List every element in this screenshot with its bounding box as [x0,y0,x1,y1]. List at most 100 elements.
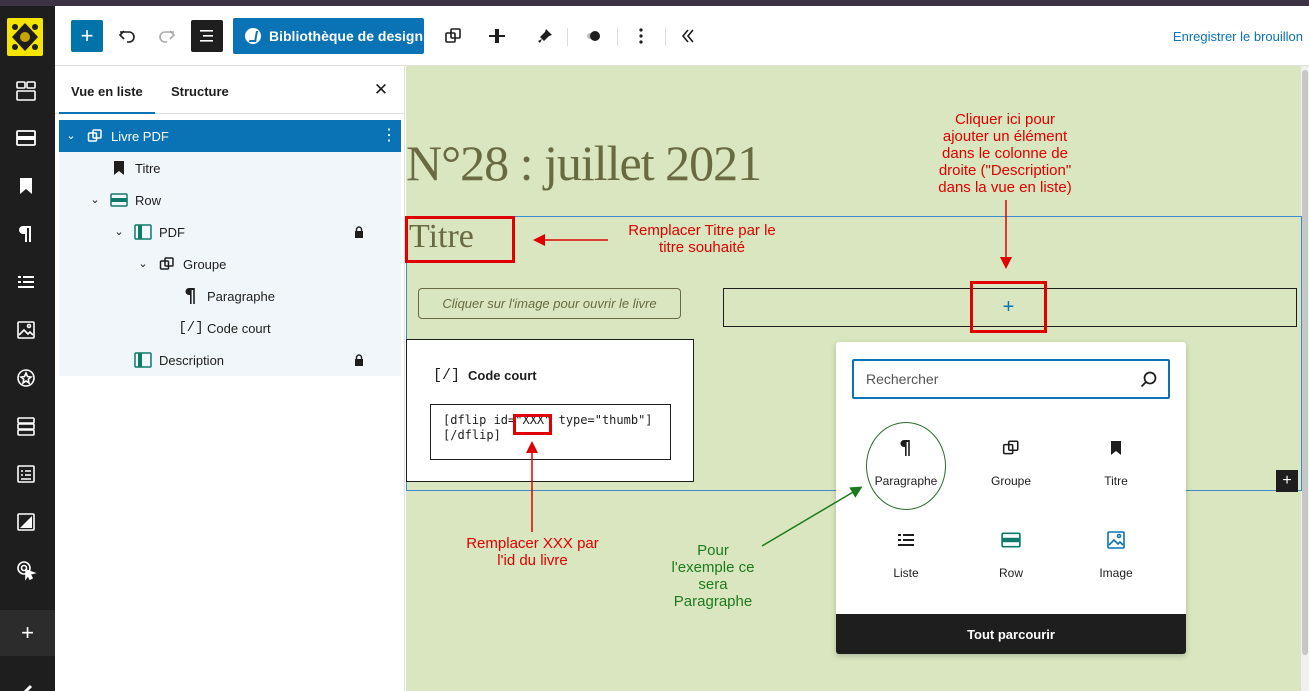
title-highlight-box [405,216,515,263]
paragraph-icon[interactable] [12,221,40,247]
editor-toolbar: + Bibliothèque de design Enregistrer le … [55,6,1309,66]
tree-item-label: Row [135,192,162,208]
cover-icon[interactable] [12,509,40,535]
image-icon[interactable] [12,317,40,343]
row-block-icon[interactable] [12,125,40,151]
tree-item-label: Code court [207,320,271,336]
cursor-click-icon[interactable] [12,557,40,583]
add-block-button[interactable]: + [71,20,103,52]
list-view-icon [200,30,213,42]
inserter-item-label: Image [1099,566,1133,580]
design-library-button[interactable]: Bibliothèque de design [233,18,424,54]
row-icon [109,190,129,210]
more-icon [639,28,643,44]
site-logo-icon[interactable] [7,18,43,56]
inserter-item-image[interactable]: Image [1064,524,1168,596]
collapse-button[interactable] [672,20,704,52]
paragraph-icon [181,286,201,306]
inserter-item-paragraphe[interactable]: Paragraphe [854,432,958,504]
column-icon [133,350,153,370]
inserter-item-label: Groupe [990,474,1032,488]
tab-list-view[interactable]: Vue en liste [71,84,143,99]
annotation-line: Remplacer Titre par le [628,222,776,239]
chevron-down-icon[interactable]: ⌄ [113,226,125,238]
toolbar-separator [567,28,568,46]
tree-item-label: Groupe [183,256,227,272]
column-icon [133,222,153,242]
annotation-line: titre souhaité [659,239,745,256]
shortcode-icon: [/] [178,320,204,336]
annotation-line: dans le colonne de [942,145,1068,162]
pencil-icon[interactable] [12,678,40,691]
open-book-button[interactable]: Cliquer sur l'image pour ouvrir le livre [418,288,681,319]
plus-icon: + [80,23,94,48]
add-block-in-description[interactable]: + [970,281,1047,333]
inserter-search-input[interactable]: Rechercher [852,359,1170,399]
tree-item-label: PDF [159,224,185,240]
list-icon [894,528,918,552]
browse-all-button[interactable]: Tout parcourir [836,614,1186,654]
tree-item-code-court[interactable]: [/] Code court [59,312,401,344]
annotation-replace-xxx: Remplacer XXX par l'id du livre [450,535,615,569]
annotation-line: Remplacer XXX par [466,535,599,552]
inserter-item-label: Liste [893,566,919,580]
image-icon [1104,528,1128,552]
inserter-item-groupe[interactable]: Groupe [959,432,1063,504]
sidebar-add-icon[interactable]: + [0,610,55,656]
tree-item-pdf[interactable]: ⌄ PDF [59,216,401,248]
annotation-line: l'exemple ce [671,559,755,576]
tree-item-paragraphe[interactable]: Paragraphe [59,280,401,312]
redo-button[interactable] [151,20,183,52]
badge-icon[interactable] [12,365,40,391]
admin-sidebar: + [0,6,55,691]
toggle-button[interactable] [577,20,609,52]
more-options-button[interactable] [625,20,657,52]
annotation-example: Pour l'exemple ce sera Paragraphe [660,542,766,610]
tree-item-titre[interactable]: Titre [59,152,401,184]
panel-tabs: Vue en liste Structure ✕ [55,66,405,114]
chevron-down-icon[interactable]: ⌄ [89,194,101,206]
align-button[interactable] [481,20,513,52]
save-draft-link[interactable]: Enregistrer le brouillon [1173,29,1303,44]
search-icon[interactable] [1139,370,1159,390]
design-library-label: Bibliothèque de design [269,28,424,44]
annotation-line: droite ("Description" [938,162,1072,179]
shortcode-text: [dflip id= [443,413,516,427]
patterns-icon[interactable] [12,78,40,104]
appender-plus-icon[interactable]: + [1276,470,1298,492]
close-icon[interactable]: ✕ [371,80,391,100]
tab-structure[interactable]: Structure [171,84,229,99]
group-icon [999,436,1023,460]
tools-button[interactable] [529,20,561,52]
chevron-down-icon[interactable]: ⌄ [137,258,149,270]
stack-icon[interactable] [12,413,40,439]
undo-icon [118,30,135,43]
shortcode-block[interactable]: [/] Code court [dflip id="XXX" type="thu… [406,339,694,482]
inserter-item-row[interactable]: Row [959,524,1063,596]
toggle-icon [587,31,600,41]
tree-item-groupe[interactable]: ⌄ Groupe [59,248,401,280]
group-icon [157,254,177,274]
tree-item-description[interactable]: Description [59,344,401,376]
toolbar-separator [617,28,618,46]
form-icon[interactable] [12,461,40,487]
inserter-item-label: Titre [1104,474,1128,488]
tree-item-livre-pdf[interactable]: ⌄ Livre PDF ⋮ [59,120,401,152]
inserter-item-titre[interactable]: Titre [1064,432,1168,504]
redo-icon [159,30,176,43]
list-view-button[interactable] [191,20,223,52]
page-heading[interactable]: N°28 : juillet 2021 [406,134,762,192]
duplicate-button[interactable] [437,20,469,52]
list-icon[interactable] [12,269,40,295]
lock-icon [353,226,365,238]
tree-item-row[interactable]: ⌄ Row [59,184,401,216]
more-icon[interactable]: ⋮ [381,126,397,146]
shortcode-icon: [/] [433,367,461,384]
inserter-item-liste[interactable]: Liste [854,524,958,596]
shortcode-title: Code court [468,368,537,383]
bookmark-icon[interactable] [12,173,40,199]
undo-button[interactable] [111,20,143,52]
annotation-line: sera [698,576,728,593]
chevron-down-icon[interactable]: ⌄ [65,130,77,142]
canvas-scrollbar-thumb[interactable] [1302,70,1308,655]
